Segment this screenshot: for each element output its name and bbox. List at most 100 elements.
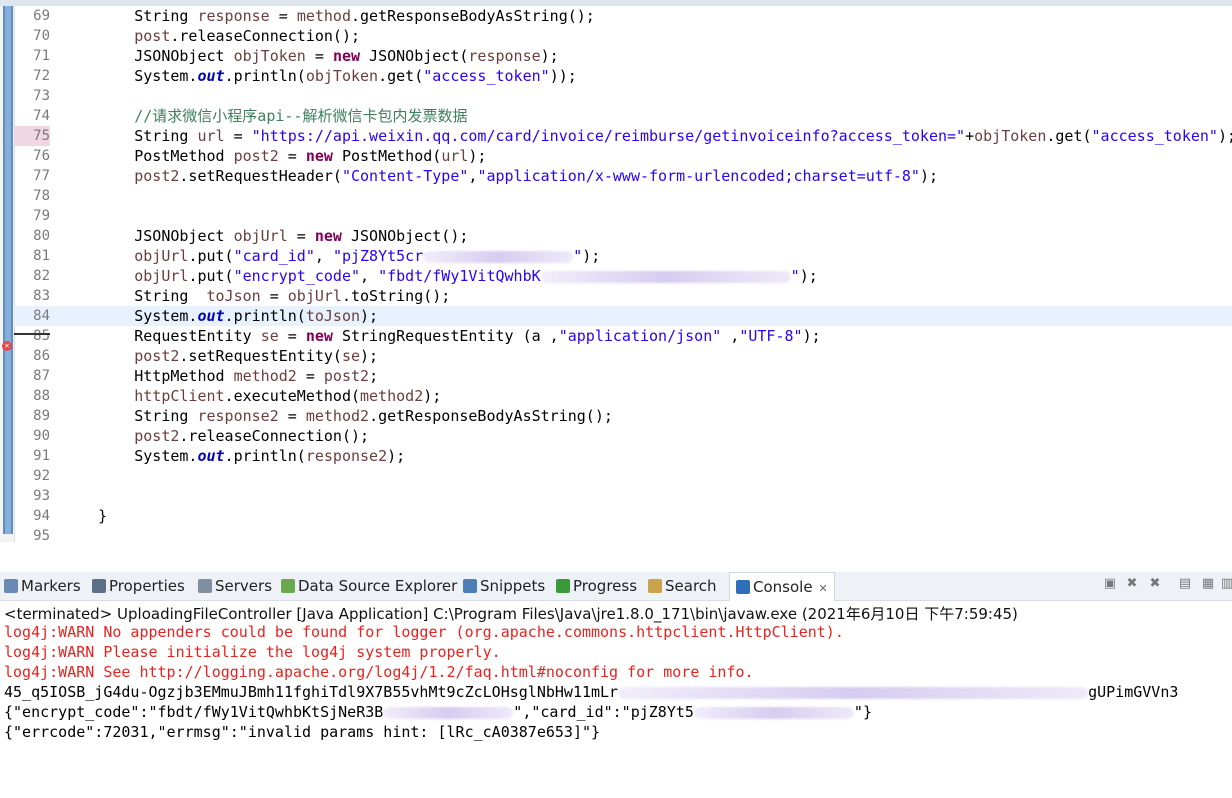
code-line[interactable]: 81 objUrl.put("card_id", "pjZ8Yt5cr ");	[14, 246, 1232, 266]
code-line[interactable]: 91 System.out.println(response2);	[14, 446, 1232, 466]
code-line[interactable]: 71 JSONObject objToken = new JSONObject(…	[14, 46, 1232, 66]
code-token: "access_token"	[423, 67, 550, 85]
error-marker-icon[interactable]: ✕	[2, 341, 12, 351]
code-line[interactable]: 75 String url = "https://api.weixin.qq.c…	[14, 126, 1232, 146]
code-line[interactable]: 85 RequestEntity se = new StringRequestE…	[14, 326, 1232, 346]
code-token: ,	[721, 327, 740, 345]
code-line[interactable]: 90 post2.releaseConnection();	[14, 426, 1232, 446]
code-line[interactable]: 95	[14, 526, 1232, 542]
code-token: =	[296, 367, 324, 385]
line-number: 94	[33, 508, 50, 524]
clear-console-icon[interactable]: ▣	[1103, 577, 1117, 591]
code-token: "fbdt/fWy1VitQwhbK	[378, 267, 541, 285]
code-token: httpClient	[134, 387, 225, 405]
servers-icon	[198, 579, 212, 593]
console-line-text: log4j:WARN Please initialize the log4j s…	[4, 643, 501, 661]
code-token: );	[802, 327, 821, 345]
code-token: .get(	[378, 67, 424, 85]
redacted-text	[540, 270, 791, 283]
code-token: =	[278, 407, 306, 425]
show-console-icon[interactable]: ▦	[1201, 577, 1215, 591]
code-token: );	[423, 387, 442, 405]
code-text: }	[62, 506, 107, 526]
code-line[interactable]: 92	[14, 466, 1232, 486]
code-line[interactable]: 93	[14, 486, 1232, 506]
line-number: 83	[33, 288, 50, 304]
code-line[interactable]: 72 System.out.println(objToken.get("acce…	[14, 66, 1232, 86]
code-token: =	[260, 287, 288, 305]
tab-snippets[interactable]: Snippets	[463, 572, 545, 600]
code-line[interactable]: 80 JSONObject objUrl = new JSONObject();	[14, 226, 1232, 246]
tab-console[interactable]: Console ✕	[729, 572, 835, 601]
code-token: JSONObject	[62, 47, 234, 65]
code-token: "UTF-8"	[739, 327, 803, 345]
code-token: =	[278, 147, 306, 165]
code-token: response	[468, 47, 541, 65]
console-line-tail: gUPimGVVn3	[1088, 683, 1179, 701]
code-text: PostMethod post2 = new PostMethod(url);	[62, 146, 486, 166]
code-line[interactable]: 76 PostMethod post2 = new PostMethod(url…	[14, 146, 1232, 166]
code-line[interactable]: 70 post.releaseConnection();	[14, 26, 1232, 46]
views-tab-bar: Markers Properties Servers Data Source Expl…	[0, 572, 1232, 601]
console-line: log4j:WARN No appenders could be found f…	[4, 623, 844, 641]
code-line[interactable]: 83 String toJson = objUrl.toString();	[14, 286, 1232, 306]
tab-properties[interactable]: Properties	[92, 572, 185, 600]
code-token: HttpMethod	[62, 367, 234, 385]
code-line[interactable]: 87 HttpMethod method2 = post2;	[14, 366, 1232, 386]
tab-progress[interactable]: Progress	[556, 572, 637, 600]
scroll-lock-icon[interactable]: ▤	[1178, 577, 1192, 591]
tab-search[interactable]: Search	[648, 572, 717, 600]
code-token: JSONObject(	[360, 47, 469, 65]
pin-console-icon[interactable]: ▥	[1220, 577, 1232, 591]
code-line[interactable]: 89 String response2 = method2.getRespons…	[14, 406, 1232, 426]
code-token: "access_token"	[1091, 127, 1218, 145]
code-line[interactable]: 74 //请求微信小程序api--解析微信卡包内发票数据	[14, 106, 1232, 126]
tab-data-source-explorer[interactable]: Data Source Explorer	[281, 572, 457, 600]
line-number: 89	[33, 408, 50, 424]
console-view[interactable]: <terminated> UploadingFileController [Ja…	[0, 601, 1232, 798]
data-source-icon	[281, 579, 295, 593]
code-token: PostMethod	[62, 147, 234, 165]
code-line[interactable]: 86 post2.setRequestEntity(se);	[14, 346, 1232, 366]
code-line[interactable]: 73	[14, 86, 1232, 106]
code-token: ,	[314, 247, 333, 265]
code-token: "application/json"	[558, 327, 722, 345]
remove-all-launches-icon[interactable]: ✖	[1148, 577, 1162, 591]
code-text: System.out.println(objToken.get("access_…	[62, 66, 577, 86]
code-token: );	[387, 447, 406, 465]
code-line[interactable]: 78	[14, 186, 1232, 206]
close-tab-icon[interactable]: ✕	[819, 582, 828, 595]
redacted-text	[618, 686, 1089, 699]
code-token: String	[62, 287, 207, 305]
code-line[interactable]: 84 System.out.println(toJson);	[14, 306, 1232, 326]
tab-label: Snippets	[480, 577, 546, 595]
redacted-text	[693, 706, 854, 719]
code-line[interactable]: 79	[14, 206, 1232, 226]
code-line[interactable]: 82 objUrl.put("encrypt_code", "fbdt/fWy1…	[14, 266, 1232, 286]
tab-label: Console	[753, 578, 813, 596]
tab-label: Servers	[215, 577, 273, 595]
code-token: );	[919, 167, 939, 185]
code-token: post2	[323, 367, 370, 385]
code-token: =	[269, 7, 297, 25]
code-line[interactable]: 88 httpClient.executeMethod(method2);	[14, 386, 1232, 406]
code-token: response2	[197, 407, 279, 425]
code-token: .releaseConnection();	[179, 427, 370, 445]
code-token: objUrl	[287, 287, 342, 305]
code-text: post.releaseConnection();	[62, 26, 360, 46]
diff-gutter-bar-inner	[5, 6, 11, 534]
code-line[interactable]: 77 post2.setRequestHeader("Content-Type"…	[14, 166, 1232, 186]
code-token: .put(	[188, 267, 234, 285]
tab-servers[interactable]: Servers	[198, 572, 272, 600]
tab-markers[interactable]: Markers	[4, 572, 81, 600]
code-line[interactable]: 69 String response = method.getResponseB…	[14, 6, 1232, 26]
line-number: 78	[33, 188, 50, 204]
code-editor[interactable]: ✕ 69 String response = method.getRespons…	[0, 6, 1232, 542]
remove-launch-icon[interactable]: ✖	[1125, 577, 1139, 591]
code-text: String response2 = method2.getResponseBo…	[62, 406, 613, 426]
code-token: .get(	[1046, 127, 1092, 145]
code-line[interactable]: 94 }	[14, 506, 1232, 526]
code-text: post2.setRequestEntity(se);	[62, 346, 378, 366]
line-number: 80	[33, 228, 50, 244]
